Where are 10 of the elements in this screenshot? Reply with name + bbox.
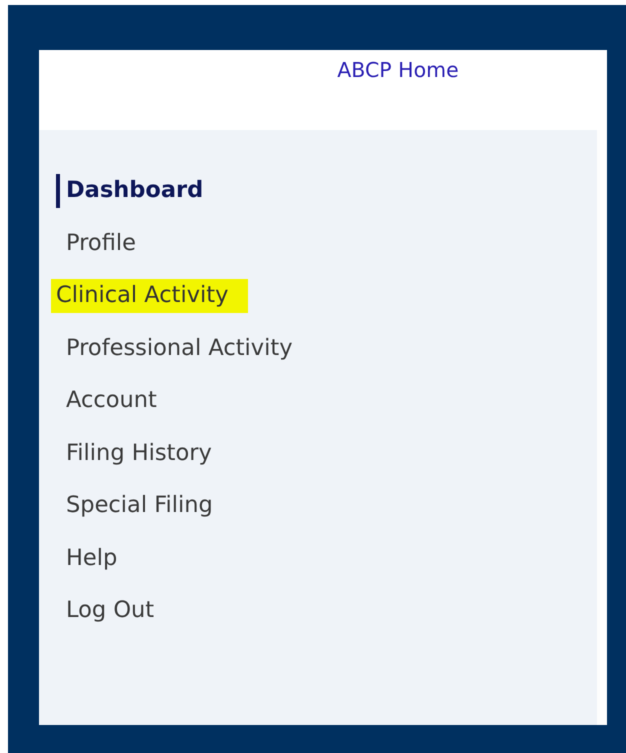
sidebar-item[interactable]: Filing History (56, 436, 222, 470)
sidebar-item[interactable]: Clinical Activity (51, 279, 248, 313)
sidebar-item[interactable]: Professional Activity (56, 332, 303, 366)
sidebar-item[interactable]: Special Filing (56, 489, 223, 523)
sidebar-item[interactable]: Help (56, 542, 128, 576)
home-link[interactable]: ABCP Home (337, 58, 459, 84)
sidebar-item[interactable]: Account (56, 384, 167, 418)
sidebar-item[interactable]: Dashboard (56, 174, 214, 208)
sidebar-item[interactable]: Log Out (56, 594, 164, 628)
sidebar-item[interactable]: Profile (56, 226, 146, 260)
